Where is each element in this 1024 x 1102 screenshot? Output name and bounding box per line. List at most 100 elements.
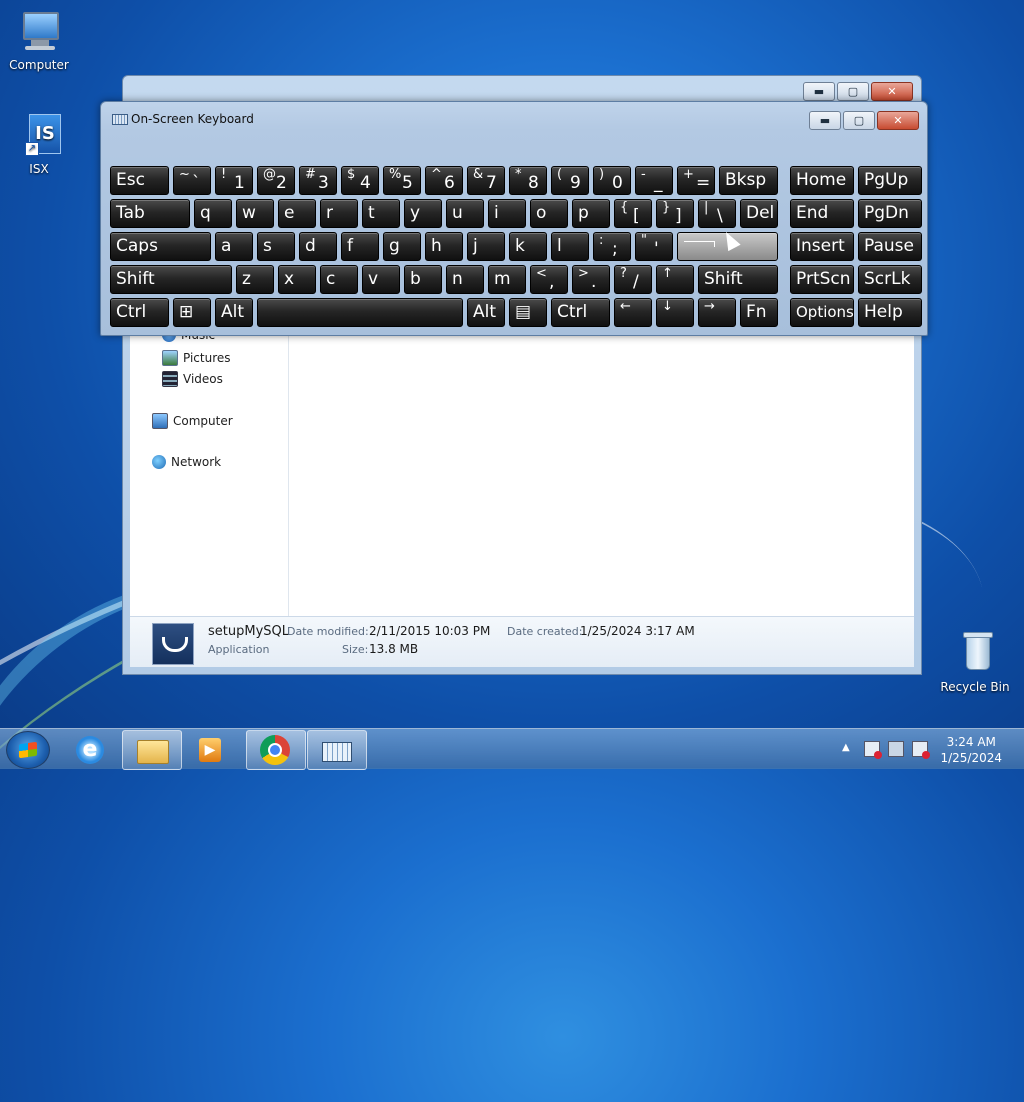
taskbar-media-player[interactable]: ▶ <box>182 730 240 768</box>
desktop-icon-isx[interactable]: IS ↗ ISX <box>3 112 75 176</box>
on-screen-keyboard-window[interactable]: On-Screen Keyboard ▬ ▢ ✕ Esc ~ `! 1 @2 #3 $4% 5… <box>100 101 928 336</box>
key-e[interactable]: e <box>278 199 316 228</box>
network-status-icon[interactable] <box>888 741 904 757</box>
key-w[interactable]: w <box>236 199 274 228</box>
key-r2k10[interactable]: :; <box>593 232 631 261</box>
minimize-button[interactable]: ▬ <box>809 111 841 130</box>
key-ctrl[interactable]: Ctrl <box>110 298 169 327</box>
key-r4k8[interactable]: ↓ <box>656 298 694 327</box>
key-6[interactable]: ^ 6 <box>425 166 463 195</box>
key-alt[interactable]: Alt <box>467 298 505 327</box>
key-scrlk[interactable]: ScrLk <box>858 265 922 294</box>
key-caps[interactable]: Caps <box>110 232 211 261</box>
key-a[interactable]: a <box>215 232 253 261</box>
key-r3k9[interactable]: >. <box>572 265 610 294</box>
key-tab[interactable]: Tab <box>110 199 190 228</box>
key-r4k1[interactable]: ⊞ <box>173 298 211 327</box>
key-r4k5[interactable]: ▤ <box>509 298 547 327</box>
key-q[interactable]: q <box>194 199 232 228</box>
key-9[interactable]: (9 <box>551 166 589 195</box>
close-button[interactable]: ✕ <box>877 111 919 130</box>
key-2[interactable]: @2 <box>257 166 295 195</box>
key-n[interactable]: n <box>446 265 484 294</box>
key-r1k13[interactable]: | \ <box>698 199 736 228</box>
action-center-icon[interactable] <box>864 741 882 759</box>
key-insert[interactable]: Insert <box>790 232 854 261</box>
taskbar-internet-explorer[interactable]: e <box>62 730 120 768</box>
key-r3k10[interactable]: ? / <box>614 265 652 294</box>
key-3[interactable]: #3 <box>299 166 337 195</box>
close-button[interactable]: ✕ <box>871 82 913 101</box>
key-r4k9[interactable]: → <box>698 298 736 327</box>
key-r1k12[interactable]: }] <box>656 199 694 228</box>
key-r0k1[interactable]: ~ ` <box>173 166 211 195</box>
key-m[interactable]: m <box>488 265 526 294</box>
key-bksp[interactable]: Bksp <box>719 166 778 195</box>
volume-muted-icon[interactable] <box>912 741 930 759</box>
key-k[interactable]: k <box>509 232 547 261</box>
key-pgdn[interactable]: PgDn <box>858 199 922 228</box>
key-help[interactable]: Help <box>858 298 922 327</box>
key-s[interactable]: s <box>257 232 295 261</box>
key-space[interactable] <box>257 298 463 327</box>
key-h[interactable]: h <box>425 232 463 261</box>
key-ctrl[interactable]: Ctrl <box>551 298 610 327</box>
key-7[interactable]: & 7 <box>467 166 505 195</box>
key-pgup[interactable]: PgUp <box>858 166 922 195</box>
key-b[interactable]: b <box>404 265 442 294</box>
key-x[interactable]: x <box>278 265 316 294</box>
key-prtscn[interactable]: PrtScn <box>790 265 854 294</box>
key-z[interactable]: z <box>236 265 274 294</box>
key-l[interactable]: l <box>551 232 589 261</box>
key-r1k11[interactable]: {[ <box>614 199 652 228</box>
key-r3k8[interactable]: <, <box>530 265 568 294</box>
nav-item-videos[interactable]: Videos <box>162 371 223 387</box>
start-button[interactable] <box>6 731 50 769</box>
clock[interactable]: 3:24 AM 1/25/2024 <box>940 734 1002 766</box>
key-5[interactable]: % 5 <box>383 166 421 195</box>
key-del[interactable]: Del <box>740 199 778 228</box>
key-1[interactable]: ! 1 <box>215 166 253 195</box>
key-p[interactable]: p <box>572 199 610 228</box>
key-u[interactable]: u <box>446 199 484 228</box>
key-i[interactable]: i <box>488 199 526 228</box>
key-t[interactable]: t <box>362 199 400 228</box>
key-g[interactable]: g <box>383 232 421 261</box>
key-8[interactable]: * 8 <box>509 166 547 195</box>
key-r0k12[interactable]: - _ <box>635 166 673 195</box>
key-options[interactable]: Options <box>790 298 854 327</box>
taskbar-on-screen-keyboard[interactable] <box>307 730 367 770</box>
key-r[interactable]: r <box>320 199 358 228</box>
taskbar-windows-explorer[interactable] <box>122 730 182 770</box>
key-0[interactable]: ) 0 <box>593 166 631 195</box>
taskbar-chrome[interactable] <box>246 730 306 770</box>
key-r2k11[interactable]: " ' <box>635 232 673 261</box>
key-c[interactable]: c <box>320 265 358 294</box>
key-esc[interactable]: Esc <box>110 166 169 195</box>
key-home[interactable]: Home <box>790 166 854 195</box>
key-j[interactable]: j <box>467 232 505 261</box>
nav-item-network[interactable]: Network <box>152 455 221 469</box>
key-4[interactable]: $4 <box>341 166 379 195</box>
show-hidden-icons-chevron-icon[interactable]: ▲ <box>842 741 856 755</box>
key-pause[interactable]: Pause <box>858 232 922 261</box>
key-alt[interactable]: Alt <box>215 298 253 327</box>
key-v[interactable]: v <box>362 265 400 294</box>
nav-item-computer[interactable]: Computer <box>152 413 233 429</box>
nav-item-pictures[interactable]: Pictures <box>162 350 231 366</box>
key-fn[interactable]: Fn <box>740 298 778 327</box>
key-shift[interactable]: Shift <box>110 265 232 294</box>
key-f[interactable]: f <box>341 232 379 261</box>
key-end[interactable]: End <box>790 199 854 228</box>
minimize-button[interactable]: ▬ <box>803 82 835 101</box>
key-y[interactable]: y <box>404 199 442 228</box>
maximize-button[interactable]: ▢ <box>843 111 875 130</box>
key-d[interactable]: d <box>299 232 337 261</box>
key-r0k13[interactable]: + = <box>677 166 715 195</box>
desktop-icon-computer[interactable]: Computer <box>3 8 75 72</box>
key-o[interactable]: o <box>530 199 568 228</box>
desktop-icon-recycle-bin[interactable]: Recycle Bin <box>939 630 1011 694</box>
maximize-button[interactable]: ▢ <box>837 82 869 101</box>
key-r4k7[interactable]: ← <box>614 298 652 327</box>
key-shift[interactable]: Shift <box>698 265 778 294</box>
